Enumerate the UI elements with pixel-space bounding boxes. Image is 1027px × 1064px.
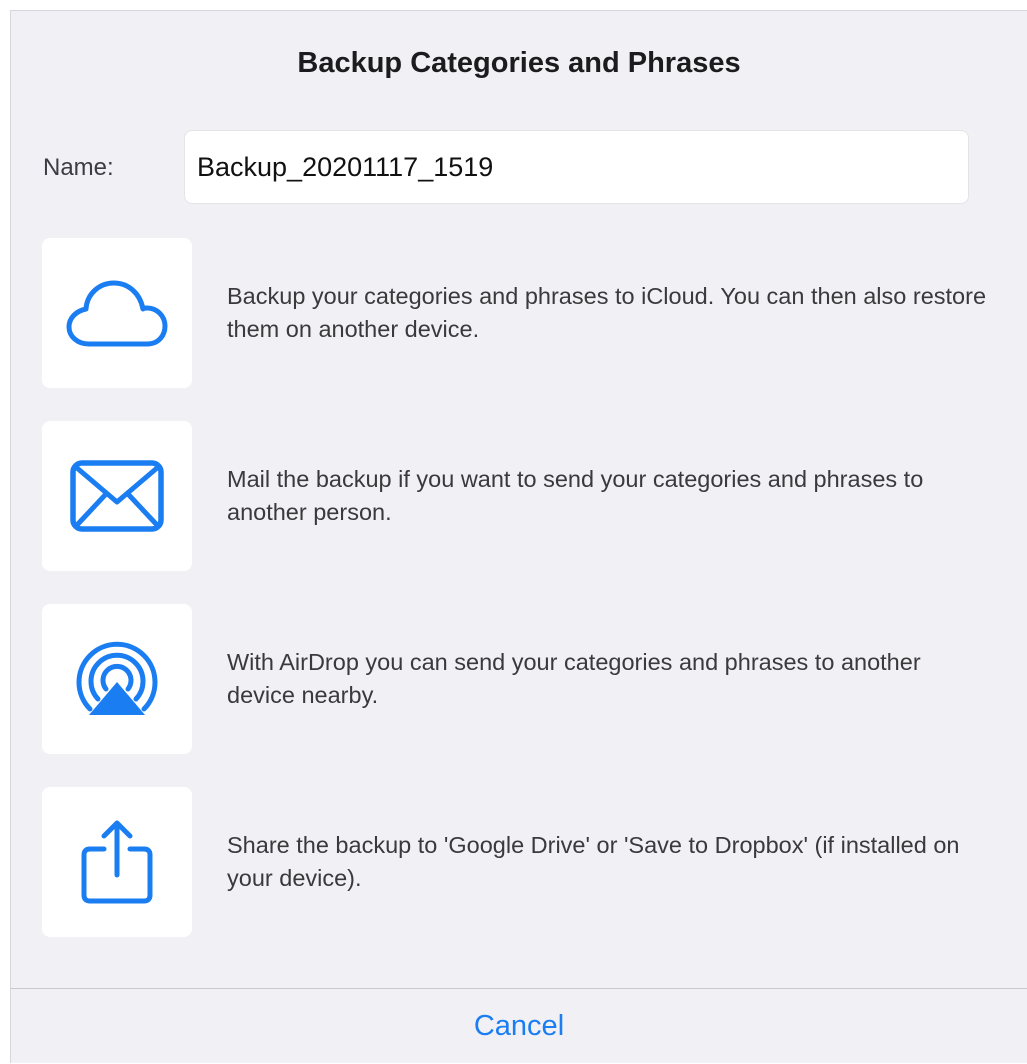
share-description: Share the backup to 'Google Drive' or 'S… [227, 832, 960, 891]
share-backup-button[interactable] [42, 787, 192, 937]
airdrop-description: With AirDrop you can send your categorie… [227, 649, 921, 708]
mail-description: Mail the backup if you want to send your… [227, 466, 924, 525]
backup-dialog: Backup Categories and Phrases Name: Back… [10, 10, 1027, 1063]
icloud-description: Backup your categories and phrases to iC… [227, 283, 987, 342]
airdrop-backup-option[interactable]: With AirDrop you can send your categorie… [42, 604, 1002, 754]
mail-backup-button[interactable] [42, 421, 192, 571]
mail-backup-option[interactable]: Mail the backup if you want to send your… [42, 421, 1002, 571]
cancel-button[interactable]: Cancel [11, 989, 1027, 1064]
icloud-backup-button[interactable] [42, 238, 192, 388]
dialog-title: Backup Categories and Phrases [297, 47, 741, 79]
airdrop-backup-button[interactable] [42, 604, 192, 754]
icloud-backup-option[interactable]: Backup your categories and phrases to iC… [42, 238, 1002, 388]
airdrop-icon [76, 641, 158, 715]
share-icon [81, 820, 153, 904]
mail-icon [70, 460, 164, 532]
cloud-icon [66, 280, 168, 347]
share-backup-option[interactable]: Share the backup to 'Google Drive' or 'S… [42, 787, 1002, 937]
name-input[interactable] [184, 130, 969, 204]
name-label: Name: [43, 154, 114, 181]
